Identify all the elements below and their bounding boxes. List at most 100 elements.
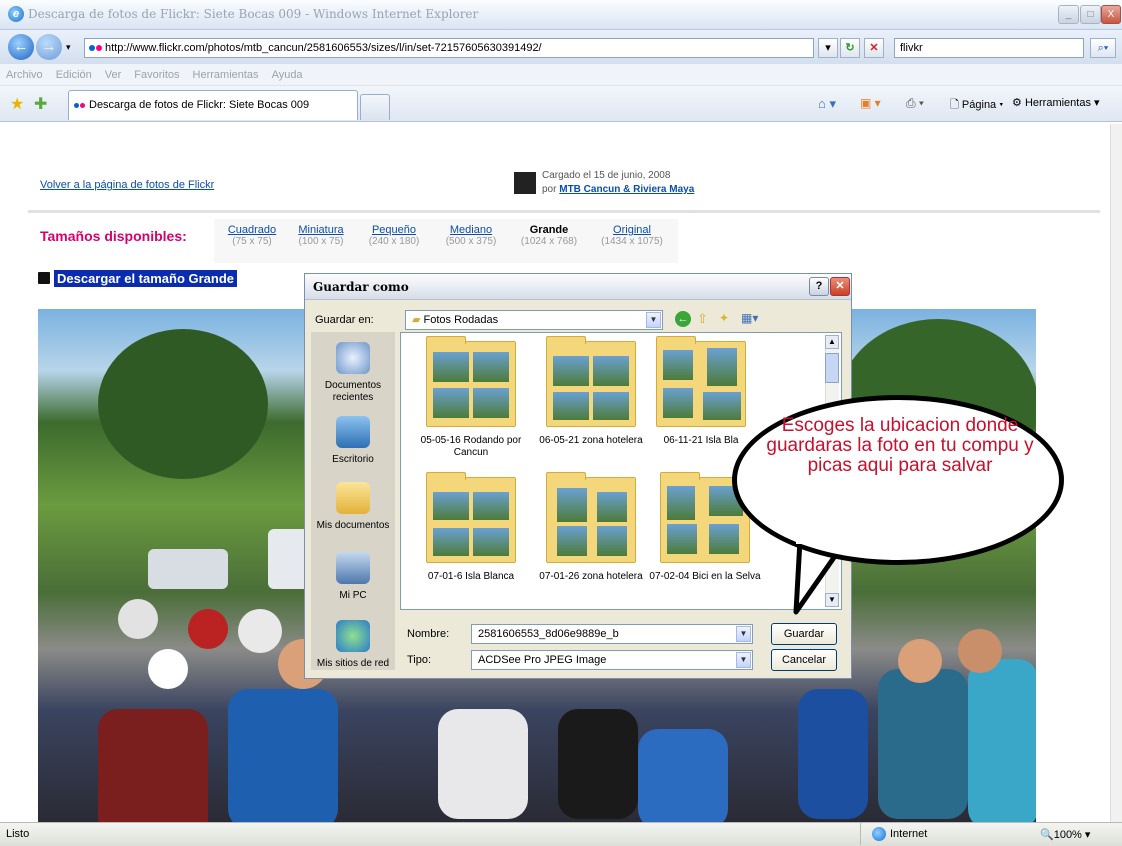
- folder-item[interactable]: 07-01-26 zona hotelera: [531, 472, 651, 583]
- tab-flickr[interactable]: Descarga de fotos de Flickr: Siete Bocas…: [68, 90, 358, 120]
- minimize-button[interactable]: _: [1058, 5, 1079, 24]
- callout-text: Escoges la ubicacion donde guardaras la …: [766, 415, 1034, 476]
- tools-menu[interactable]: ⚙ Herramientas ▾: [1012, 96, 1100, 109]
- new-folder-icon[interactable]: ✦: [719, 311, 729, 325]
- sizes-label: Tamaños disponibles:: [40, 228, 187, 244]
- back-to-photos-link[interactable]: Volver a la página de fotos de Flickr: [40, 179, 214, 191]
- menu-ver[interactable]: Ver: [105, 64, 122, 86]
- add-favorite-icon[interactable]: ✚: [34, 94, 47, 114]
- zoom-icon: 🔍: [1040, 829, 1054, 841]
- stop-button[interactable]: ✕: [864, 38, 884, 58]
- favorites-star-icon[interactable]: ★: [10, 94, 24, 114]
- dialog-close-button[interactable]: ✕: [830, 277, 850, 296]
- print-icon[interactable]: ⎙ ▾: [906, 96, 924, 111]
- refresh-button[interactable]: ↻: [840, 38, 860, 58]
- folder-item[interactable]: 05-05-16 Rodando por Cancun: [411, 336, 531, 459]
- close-window-button[interactable]: X: [1101, 5, 1121, 24]
- menu-favoritos[interactable]: Favoritos: [134, 64, 179, 86]
- page-scrollbar[interactable]: [1110, 124, 1122, 822]
- save-icon: [38, 272, 50, 284]
- scroll-up-button[interactable]: ▲: [825, 335, 839, 349]
- folder-item[interactable]: 06-11-21 Isla Bla: [651, 336, 751, 447]
- window-titlebar: e Descarga de fotos de Flickr: Siete Boc…: [0, 0, 1122, 30]
- view-menu-icon[interactable]: ▦▾: [741, 311, 758, 325]
- status-divider: [860, 823, 862, 845]
- search-icon[interactable]: ⌕▾: [1090, 38, 1116, 58]
- internet-zone-icon: [872, 827, 886, 841]
- uploader-link[interactable]: MTB Cancun & Riviera Maya: [559, 184, 694, 195]
- zoom-control[interactable]: 🔍100% ▾: [1040, 828, 1090, 841]
- folder-thumbnail: [546, 336, 636, 427]
- cancel-button[interactable]: Cancelar: [771, 649, 837, 671]
- feeds-icon[interactable]: ▣ ▾: [860, 96, 881, 110]
- size-option-original[interactable]: Original (1434 x 1075): [594, 224, 670, 247]
- network-icon: [336, 620, 370, 652]
- zone-label: Internet: [890, 828, 928, 840]
- search-input[interactable]: flivkr: [894, 38, 1084, 58]
- tab-bar: ★ ✚ Descarga de fotos de Flickr: Siete B…: [0, 86, 1122, 122]
- chevron-down-icon: ▼: [646, 312, 661, 328]
- filetype-label: Tipo:: [407, 654, 432, 666]
- save-in-label: Guardar en:: [315, 314, 374, 326]
- my-computer-icon: [336, 552, 370, 584]
- maximize-button[interactable]: □: [1080, 5, 1101, 24]
- page-icon: 🗋: [950, 99, 959, 111]
- desktop-icon: [336, 416, 370, 448]
- address-toolbar: ← → ▾ http://www.flickr.com/photos/mtb_c…: [0, 30, 1122, 64]
- back-folder-icon[interactable]: ←: [675, 311, 691, 327]
- avatar[interactable]: [514, 172, 536, 194]
- back-button[interactable]: ←: [8, 34, 34, 60]
- history-dropdown-icon[interactable]: ▾: [66, 42, 71, 53]
- size-option-miniatura[interactable]: Miniatura (100 x 75): [296, 224, 346, 247]
- chevron-down-icon: ▼: [736, 652, 751, 668]
- folder-thumbnail: [426, 336, 516, 427]
- folder-item[interactable]: 06-05-21 zona hotelera: [531, 336, 651, 447]
- ie-logo-icon: e: [8, 6, 24, 22]
- place-my-computer[interactable]: Mi PC: [313, 552, 393, 602]
- place-network[interactable]: Mis sitios de red: [313, 620, 393, 670]
- help-button[interactable]: ?: [809, 277, 829, 296]
- filename-label: Nombre:: [407, 628, 450, 640]
- folder-thumbnail: [656, 336, 746, 427]
- size-option-mediano[interactable]: Mediano (500 x 375): [440, 224, 502, 247]
- divider: [28, 210, 1100, 213]
- up-folder-icon[interactable]: ⇧: [697, 311, 708, 327]
- menu-archivo[interactable]: Archivo: [6, 64, 43, 86]
- address-dropdown-button[interactable]: ▾: [818, 38, 838, 58]
- uploaded-by: por MTB Cancun & Riviera Maya: [542, 184, 695, 195]
- folder-thumbnail: [546, 472, 636, 563]
- page-menu[interactable]: 🗋 Página ▾: [950, 96, 1003, 115]
- scroll-thumb[interactable]: [825, 353, 839, 383]
- dialog-titlebar: Guardar como ? ✕: [305, 274, 851, 300]
- status-bar: Listo Internet 🔍100% ▾: [0, 822, 1122, 846]
- forward-button[interactable]: →: [36, 34, 62, 60]
- filetype-select[interactable]: ACDSee Pro JPEG Image ▼: [471, 650, 753, 670]
- filename-input[interactable]: 2581606553_8d06e9889e_b ▼: [471, 624, 753, 644]
- my-documents-icon: [336, 482, 370, 514]
- home-icon[interactable]: ⌂ ▾: [818, 96, 836, 112]
- place-my-documents[interactable]: Mis documentos: [313, 482, 393, 532]
- menu-ayuda[interactable]: Ayuda: [272, 64, 303, 86]
- new-tab-button[interactable]: [360, 94, 390, 120]
- address-input[interactable]: http://www.flickr.com/photos/mtb_cancun/…: [84, 38, 814, 58]
- folder-thumbnail: [426, 472, 516, 563]
- folder-icon: ▰: [412, 314, 421, 326]
- uploaded-date: Cargado el 15 de junio, 2008: [542, 170, 671, 181]
- place-desktop[interactable]: Escritorio: [313, 416, 393, 466]
- size-option-cuadrado[interactable]: Cuadrado (75 x 75): [222, 224, 282, 247]
- gear-icon: ⚙: [1012, 97, 1022, 109]
- dialog-title: Guardar como: [313, 280, 409, 294]
- size-option-grande: Grande (1024 x 768): [520, 224, 578, 247]
- download-large-link[interactable]: Descargar el tamaño Grande: [54, 270, 238, 287]
- chevron-down-icon: ▼: [736, 626, 751, 642]
- size-option-pequeno[interactable]: Pequeño (240 x 180): [364, 224, 424, 247]
- menu-edicion[interactable]: Edición: [56, 64, 92, 86]
- menu-bar: Archivo Edición Ver Favoritos Herramientas Ay…: [0, 64, 1122, 86]
- callout-pointer-mask: [796, 530, 844, 544]
- place-recent-documents[interactable]: Documentos recientes: [313, 342, 393, 404]
- window-title: Descarga de fotos de Flickr: Siete Bocas…: [28, 7, 479, 21]
- menu-herramientas[interactable]: Herramientas: [193, 64, 259, 86]
- recent-documents-icon: [336, 342, 370, 374]
- folder-item[interactable]: 07-01-6 Isla Blanca: [411, 472, 531, 583]
- save-in-select[interactable]: ▰ Fotos Rodadas ▼: [405, 310, 663, 330]
